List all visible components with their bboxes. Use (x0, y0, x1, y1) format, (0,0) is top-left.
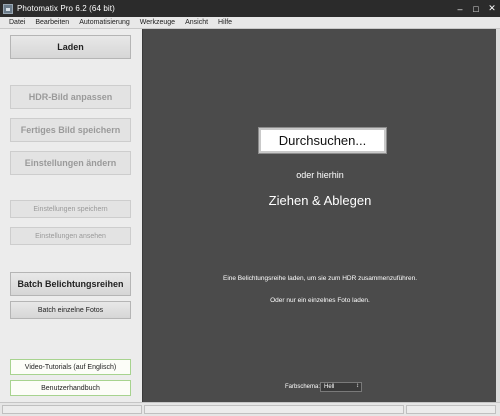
info-load-series: Eine Belichtungsreihe laden, um sie zum … (222, 275, 417, 282)
color-scheme-label: Farbschema: (285, 384, 321, 390)
save-final-button[interactable]: Fertiges Bild speichern (10, 118, 131, 142)
menu-ansicht[interactable]: Ansicht (180, 19, 213, 26)
or-here-text: oder hierhin (296, 170, 344, 180)
right-edge-bar (496, 29, 500, 402)
menu-automatisierung[interactable]: Automatisierung (74, 19, 135, 26)
chevron-updown-icon: ↕ (356, 383, 359, 389)
save-settings-button[interactable]: Einstellungen speichern (10, 200, 131, 218)
maximize-button[interactable]: □ (468, 0, 484, 17)
menu-hilfe[interactable]: Hilfe (213, 19, 237, 26)
hdr-adjust-button[interactable]: HDR-Bild anpassen (10, 85, 131, 109)
menu-bar: Datei Bearbeiten Automatisierung Werkzeu… (0, 17, 500, 29)
status-segment-middle (144, 405, 404, 414)
close-button[interactable]: ✕ (484, 0, 500, 17)
change-settings-button[interactable]: Einstellungen ändern (10, 151, 131, 175)
batch-single-button[interactable]: Batch einzelne Fotos (10, 301, 131, 319)
minimize-button[interactable]: – (452, 0, 468, 17)
sidebar: Laden HDR-Bild anpassen Fertiges Bild sp… (0, 29, 142, 402)
user-manual-link[interactable]: Benutzerhandbuch (10, 380, 131, 396)
browse-button[interactable]: Durchsuchen... (258, 127, 387, 154)
status-segment-left (2, 405, 142, 414)
status-segment-right (406, 405, 496, 414)
menu-werkzeuge[interactable]: Werkzeuge (135, 19, 180, 26)
menu-datei[interactable]: Datei (0, 19, 30, 26)
drop-area[interactable]: Durchsuchen... oder hierhin Ziehen & Abl… (142, 29, 496, 402)
window-title: Photomatix Pro 6.2 (64 bit) (17, 4, 115, 13)
color-scheme-value: Hell (324, 384, 335, 390)
title-bar: Photomatix Pro 6.2 (64 bit) – □ ✕ (0, 0, 500, 17)
menu-bearbeiten[interactable]: Bearbeiten (30, 19, 74, 26)
status-bar (0, 402, 500, 416)
load-button[interactable]: Laden (10, 35, 131, 59)
drag-drop-text: Ziehen & Ablegen (268, 193, 372, 208)
batch-bracketed-button[interactable]: Batch Belichtungsreihen (10, 272, 131, 296)
color-scheme-select[interactable]: Hell ↕ (320, 382, 362, 392)
video-tutorials-link[interactable]: Video-Tutorials (auf Englisch) (10, 359, 131, 375)
view-settings-button[interactable]: Einstellungen ansehen (10, 227, 131, 245)
app-icon (3, 3, 13, 14)
info-single-photo: Oder nur ein einzelnes Foto laden. (270, 297, 370, 304)
